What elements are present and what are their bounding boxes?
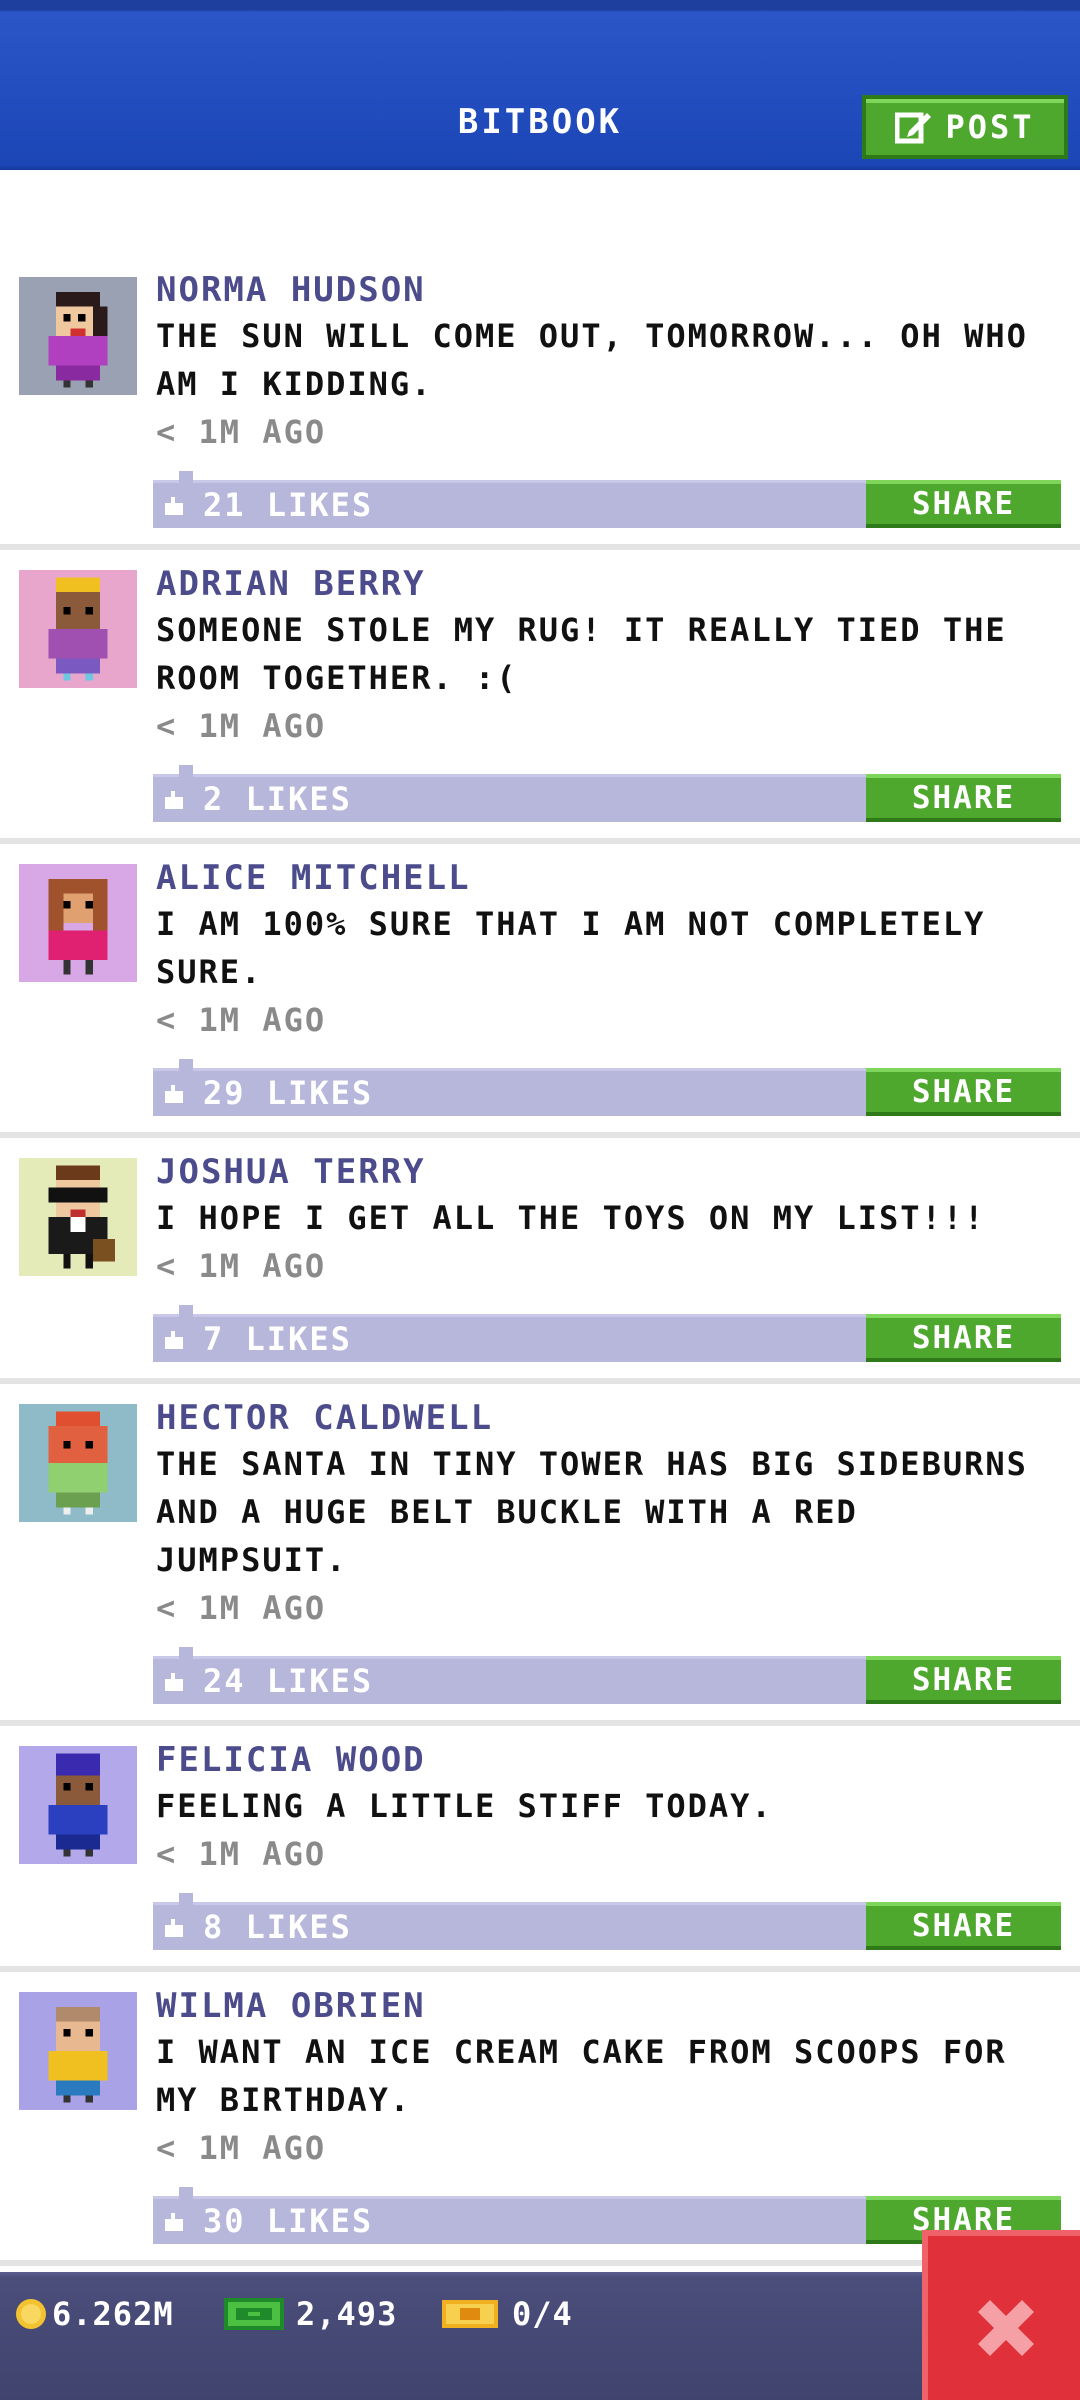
thumbs-up-icon bbox=[165, 1673, 183, 1691]
app-header: BITBOOK POST bbox=[0, 0, 1080, 170]
post-message: I HOPE I GET ALL THE TOYS ON MY LIST!!! bbox=[156, 1199, 986, 1237]
post-message: FEELING A LITTLE STIFF TODAY. bbox=[156, 1787, 773, 1825]
like-bar-tab bbox=[179, 1647, 193, 1659]
bux-display: 2,493 bbox=[222, 2290, 397, 2338]
bux-icon bbox=[224, 2298, 284, 2330]
feed-post: NORMA HUDSON THE SUN WILL COME OUT, TOMO… bbox=[0, 170, 1080, 550]
author-name[interactable]: ADRIAN BERRY bbox=[156, 562, 1066, 606]
author-name[interactable]: HECTOR CALDWELL bbox=[156, 1396, 1066, 1440]
likes-count: 7 LIKES bbox=[203, 1320, 352, 1358]
share-button[interactable]: SHARE bbox=[866, 1068, 1061, 1116]
thumbs-up-icon bbox=[165, 1085, 183, 1103]
like-bar-tab bbox=[179, 2187, 193, 2199]
post-time: < 1M AGO bbox=[156, 1247, 327, 1285]
wilma-obrien-avatar-icon bbox=[19, 1992, 137, 2110]
post-content: WILMA OBRIEN I WANT AN ICE CREAM CAKE FR… bbox=[156, 1984, 1066, 2172]
post-button[interactable]: POST bbox=[862, 95, 1068, 159]
status-bar: 6.262M 2,493 0/4 bbox=[0, 2272, 1080, 2400]
post-message: SOMEONE STOLE MY RUG! IT REALLY TIED THE… bbox=[156, 611, 1007, 697]
feed-post: ADRIAN BERRY SOMEONE STOLE MY RUG! IT RE… bbox=[0, 550, 1080, 844]
feed-post: ALICE MITCHELL I AM 100% SURE THAT I AM … bbox=[0, 844, 1080, 1138]
adrian-berry-avatar-icon bbox=[19, 570, 137, 688]
author-name[interactable]: NORMA HUDSON bbox=[156, 268, 1066, 312]
like-bar[interactable]: 29 LIKES SHARE bbox=[153, 1059, 1061, 1116]
post-time: < 1M AGO bbox=[156, 1001, 327, 1039]
post-time: < 1M AGO bbox=[156, 1835, 327, 1873]
post-time: < 1M AGO bbox=[156, 1589, 327, 1627]
like-bar-tab bbox=[179, 1305, 193, 1317]
post-content: NORMA HUDSON THE SUN WILL COME OUT, TOMO… bbox=[156, 268, 1066, 456]
like-bar[interactable]: 24 LIKES SHARE bbox=[153, 1647, 1061, 1704]
share-button[interactable]: SHARE bbox=[866, 774, 1061, 822]
tickets-value: 0/4 bbox=[512, 2295, 573, 2333]
thumbs-up-icon bbox=[165, 1331, 183, 1349]
likes-count: 30 LIKES bbox=[203, 2202, 374, 2240]
thumbs-up-icon bbox=[165, 497, 183, 515]
close-button[interactable] bbox=[922, 2230, 1080, 2400]
alice-mitchell-avatar-icon bbox=[19, 864, 137, 982]
bux-value: 2,493 bbox=[296, 2295, 398, 2333]
post-content: ADRIAN BERRY SOMEONE STOLE MY RUG! IT RE… bbox=[156, 562, 1066, 750]
post-content: ALICE MITCHELL I AM 100% SURE THAT I AM … bbox=[156, 856, 1066, 1044]
post-message: I AM 100% SURE THAT I AM NOT COMPLETELY … bbox=[156, 905, 986, 991]
like-bar[interactable]: 2 LIKES SHARE bbox=[153, 765, 1061, 822]
feed-post: HECTOR CALDWELL THE SANTA IN TINY TOWER … bbox=[0, 1384, 1080, 1726]
post-message: THE SUN WILL COME OUT, TOMORROW... OH WH… bbox=[156, 317, 1028, 403]
post-content: HECTOR CALDWELL THE SANTA IN TINY TOWER … bbox=[156, 1396, 1066, 1632]
likes-count: 2 LIKES bbox=[203, 780, 352, 818]
likes-count: 29 LIKES bbox=[203, 1074, 374, 1112]
post-time: < 1M AGO bbox=[156, 707, 327, 745]
feed-post: FELICIA WOOD FEELING A LITTLE STIFF TODA… bbox=[0, 1726, 1080, 1972]
post-message: THE SANTA IN TINY TOWER HAS BIG SIDEBURN… bbox=[156, 1445, 1028, 1579]
feed-post: JOSHUA TERRY I HOPE I GET ALL THE TOYS O… bbox=[0, 1138, 1080, 1384]
share-button[interactable]: SHARE bbox=[866, 480, 1061, 528]
post-button-label: POST bbox=[945, 108, 1035, 146]
likes-count: 8 LIKES bbox=[203, 1908, 352, 1946]
coins-value: 6.262M bbox=[52, 2295, 174, 2333]
like-bar-tab bbox=[179, 471, 193, 483]
tickets-display: 0/4 bbox=[440, 2290, 573, 2338]
share-button[interactable]: SHARE bbox=[866, 1314, 1061, 1362]
share-button[interactable]: SHARE bbox=[866, 1902, 1061, 1950]
share-button[interactable]: SHARE bbox=[866, 1656, 1061, 1704]
likes-count: 21 LIKES bbox=[203, 486, 374, 524]
post-message: I WANT AN ICE CREAM CAKE FROM SCOOPS FOR… bbox=[156, 2033, 1007, 2119]
compose-icon bbox=[895, 109, 932, 145]
joshua-terry-avatar-icon bbox=[19, 1158, 137, 1276]
felicia-wood-avatar-icon bbox=[19, 1746, 137, 1864]
thumbs-up-icon bbox=[165, 791, 183, 809]
like-bar[interactable]: 7 LIKES SHARE bbox=[153, 1305, 1061, 1362]
like-bar[interactable]: 8 LIKES SHARE bbox=[153, 1893, 1061, 1950]
thumbs-up-icon bbox=[165, 2213, 183, 2231]
author-name[interactable]: FELICIA WOOD bbox=[156, 1738, 1066, 1782]
likes-count: 24 LIKES bbox=[203, 1662, 374, 1700]
author-name[interactable]: JOSHUA TERRY bbox=[156, 1150, 1066, 1194]
coins-display: 6.262M bbox=[14, 2290, 174, 2338]
thumbs-up-icon bbox=[165, 1919, 183, 1937]
author-name[interactable]: ALICE MITCHELL bbox=[156, 856, 1066, 900]
feed-post: WILMA OBRIEN I WANT AN ICE CREAM CAKE FR… bbox=[0, 1972, 1080, 2266]
post-time: < 1M AGO bbox=[156, 2129, 327, 2167]
coin-icon bbox=[16, 2299, 46, 2329]
like-bar-tab bbox=[179, 765, 193, 777]
like-bar-tab bbox=[179, 1893, 193, 1905]
close-icon bbox=[978, 2300, 1034, 2356]
post-content: JOSHUA TERRY I HOPE I GET ALL THE TOYS O… bbox=[156, 1150, 1066, 1290]
post-content: FELICIA WOOD FEELING A LITTLE STIFF TODA… bbox=[156, 1738, 1066, 1878]
author-name[interactable]: WILMA OBRIEN bbox=[156, 1984, 1066, 2028]
norma-hudson-avatar-icon bbox=[19, 277, 137, 395]
like-bar-tab bbox=[179, 1059, 193, 1071]
ticket-icon bbox=[442, 2300, 498, 2328]
like-bar[interactable]: 21 LIKES SHARE bbox=[153, 471, 1061, 528]
hector-caldwell-avatar-icon bbox=[19, 1404, 137, 1522]
post-time: < 1M AGO bbox=[156, 413, 327, 451]
